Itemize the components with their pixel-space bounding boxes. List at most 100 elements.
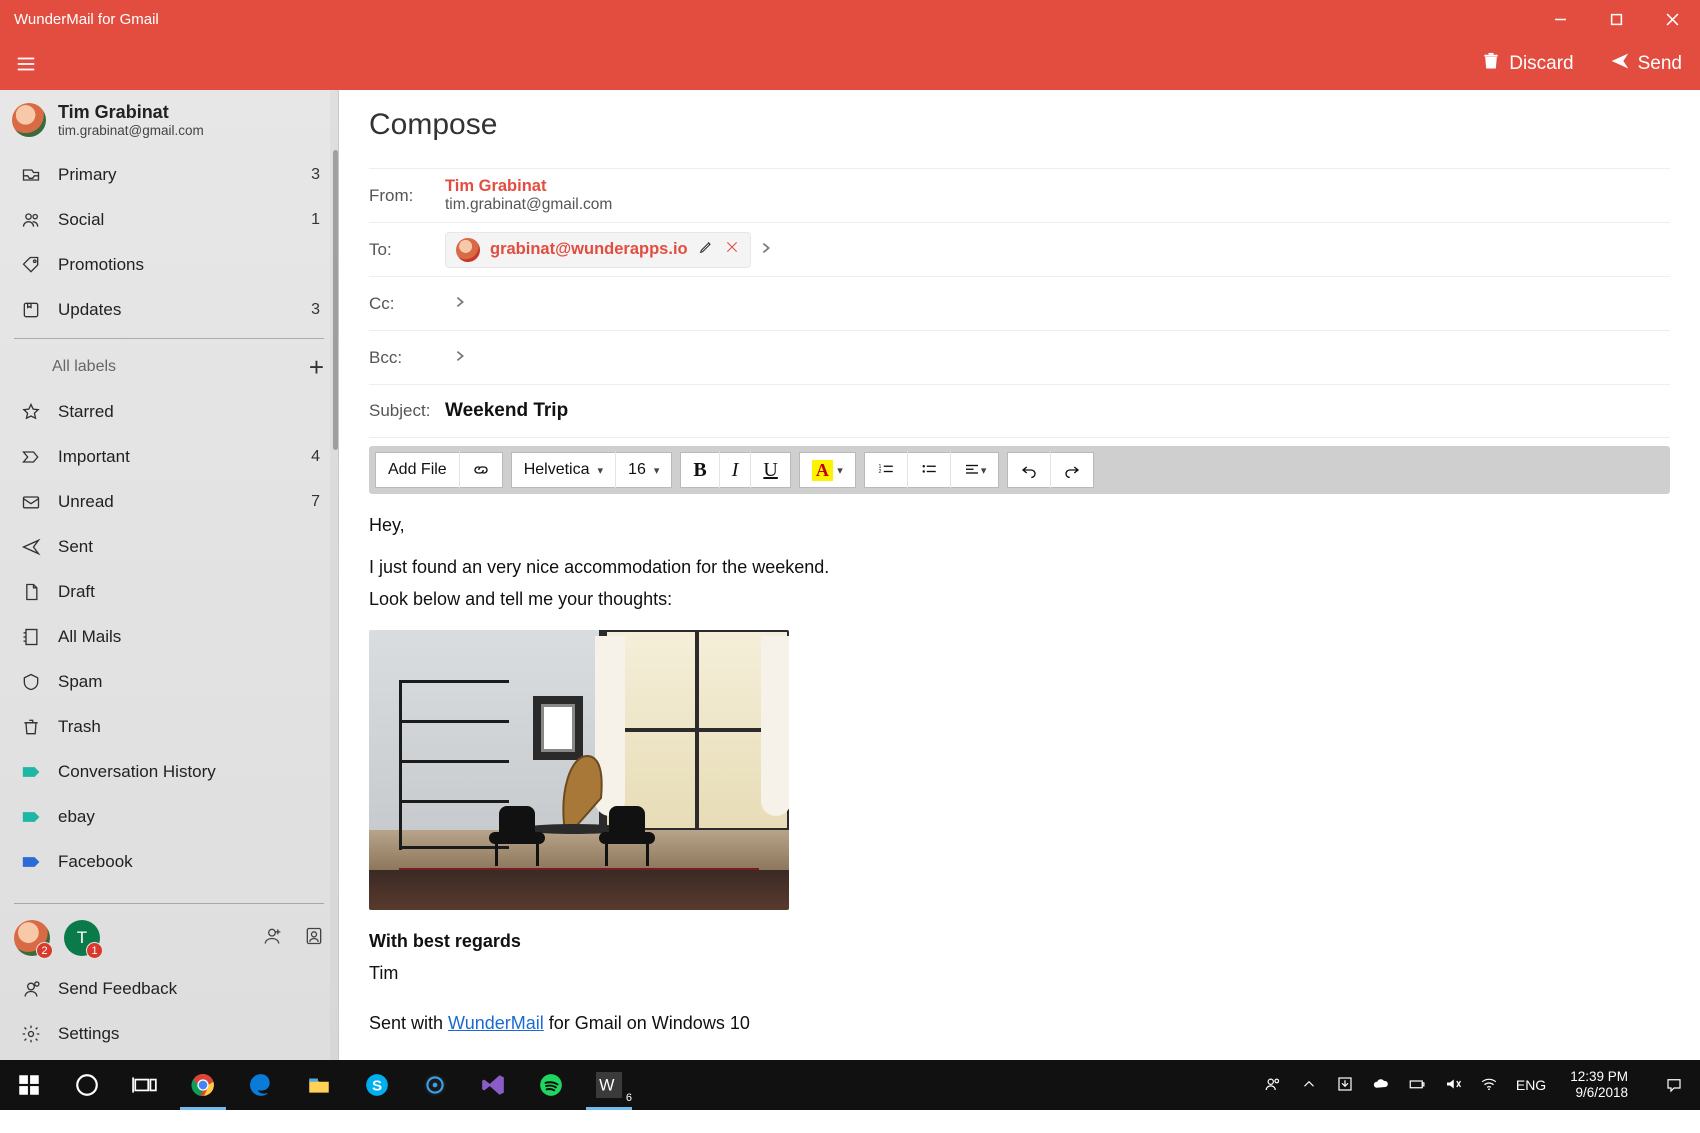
task-view-button[interactable] xyxy=(116,1060,174,1110)
underline-button[interactable]: U xyxy=(750,452,789,488)
start-button[interactable] xyxy=(0,1060,58,1110)
add-account-button[interactable] xyxy=(262,926,282,951)
body-signature: Tim xyxy=(369,960,1670,986)
italic-button[interactable]: I xyxy=(719,452,751,488)
expand-to-icon[interactable] xyxy=(761,240,771,260)
discard-button[interactable]: Discard xyxy=(1463,51,1591,77)
send-feedback-item[interactable]: Send Feedback xyxy=(0,966,338,1011)
mail-icon xyxy=(18,492,44,512)
cortana-button[interactable] xyxy=(58,1060,116,1110)
tray-overflow-icon[interactable] xyxy=(1300,1075,1318,1096)
contacts-button[interactable] xyxy=(304,926,324,951)
send-icon xyxy=(1610,51,1630,77)
edit-recipient-icon[interactable] xyxy=(698,239,714,260)
text-color-button[interactable]: A ▾ xyxy=(800,452,855,488)
sidebar-item-draft[interactable]: Draft xyxy=(0,569,338,614)
account-chip-1[interactable]: 2 xyxy=(14,920,50,956)
sidebar-item-trash[interactable]: Trash xyxy=(0,704,338,749)
add-file-button[interactable]: Add File xyxy=(376,452,459,488)
taskbar-explorer[interactable] xyxy=(290,1060,348,1110)
sidebar-item-all-mails[interactable]: All Mails xyxy=(0,614,338,659)
bcc-label: Bcc: xyxy=(369,348,445,368)
add-label-button[interactable]: + xyxy=(309,352,324,383)
from-value[interactable]: Tim Grabinat tim.grabinat@gmail.com xyxy=(445,177,612,214)
font-family-select[interactable]: Helvetica▾ xyxy=(512,452,615,488)
bcc-row[interactable]: Bcc: xyxy=(369,330,1670,384)
window-minimize-button[interactable] xyxy=(1532,0,1588,38)
account-header[interactable]: Tim Grabinat tim.grabinat@gmail.com xyxy=(0,90,338,144)
taskbar-skype[interactable]: S xyxy=(348,1060,406,1110)
sidebar-item-sent[interactable]: Sent xyxy=(0,524,338,569)
account-chip-2[interactable]: T1 xyxy=(64,920,100,956)
tray-wifi-icon[interactable] xyxy=(1480,1075,1498,1096)
from-name: Tim Grabinat xyxy=(445,177,612,196)
sidebar-item-spam[interactable]: Spam xyxy=(0,659,338,704)
insert-link-button[interactable] xyxy=(459,452,502,488)
tray-clock[interactable]: 12:39 PM 9/6/2018 xyxy=(1564,1069,1634,1101)
tray-people-icon[interactable] xyxy=(1264,1075,1282,1096)
attached-image[interactable] xyxy=(369,630,789,910)
wundermail-link[interactable]: WunderMail xyxy=(448,1013,544,1033)
taskbar-app-circle[interactable] xyxy=(406,1060,464,1110)
tray-update-icon[interactable] xyxy=(1336,1075,1354,1096)
undo-button[interactable] xyxy=(1008,452,1050,488)
to-row: To: grabinat@wunderapps.io xyxy=(369,222,1670,276)
cc-row[interactable]: Cc: xyxy=(369,276,1670,330)
sidebar-item-label: ebay xyxy=(58,807,320,827)
page-title: Compose xyxy=(369,90,1670,168)
window-maximize-button[interactable] xyxy=(1588,0,1644,38)
taskbar-visual-studio[interactable] xyxy=(464,1060,522,1110)
taskbar-edge[interactable] xyxy=(232,1060,290,1110)
spam-icon xyxy=(18,672,44,692)
svg-text:S: S xyxy=(372,1077,382,1094)
redo-button[interactable] xyxy=(1050,452,1093,488)
email-body-editor[interactable]: Hey, I just found an very nice accommoda… xyxy=(369,494,1670,1060)
sidebar-scrollbar[interactable] xyxy=(330,90,338,1060)
draft-icon xyxy=(18,582,44,602)
chevron-down-icon: ▾ xyxy=(837,464,843,477)
numbered-list-button[interactable]: 12 xyxy=(865,452,907,488)
send-button[interactable]: Send xyxy=(1592,51,1700,77)
tray-volume-icon[interactable] xyxy=(1444,1075,1462,1096)
sidebar-item-unread[interactable]: Unread 7 xyxy=(0,479,338,524)
font-name: Helvetica xyxy=(524,461,590,479)
sidebar-item-ebay[interactable]: ebay xyxy=(0,794,338,839)
bold-button[interactable]: B xyxy=(681,452,718,488)
sidebar-item-primary[interactable]: Primary 3 xyxy=(0,152,338,197)
tray-battery-icon[interactable] xyxy=(1408,1075,1426,1096)
all-labels-row[interactable]: All labels + xyxy=(0,345,338,389)
sidebar-item-important[interactable]: Important 4 xyxy=(0,434,338,479)
sidebar-item-updates[interactable]: Updates 3 xyxy=(0,287,338,332)
flag-icon xyxy=(18,300,44,320)
expand-bcc-icon[interactable] xyxy=(455,348,465,368)
subject-row[interactable]: Subject: Weekend Trip xyxy=(369,384,1670,438)
sidebar-item-facebook[interactable]: Facebook xyxy=(0,839,338,884)
tag-icon xyxy=(18,255,44,275)
align-button[interactable]: ▾ xyxy=(950,452,999,488)
tray-onedrive-icon[interactable] xyxy=(1372,1075,1390,1096)
settings-item[interactable]: Settings xyxy=(0,1011,338,1056)
sidebar-item-starred[interactable]: Starred xyxy=(0,389,338,434)
window-close-button[interactable] xyxy=(1644,0,1700,38)
tray-language[interactable]: ENG xyxy=(1516,1077,1546,1093)
important-icon xyxy=(18,447,44,467)
scrollbar-thumb[interactable] xyxy=(333,150,338,450)
taskbar-spotify[interactable] xyxy=(522,1060,580,1110)
taskbar-wundermail[interactable]: W 6 xyxy=(580,1060,638,1110)
tray-action-center-icon[interactable] xyxy=(1652,1076,1696,1094)
expand-cc-icon[interactable] xyxy=(455,294,465,314)
sidebar-item-conversation-history[interactable]: Conversation History xyxy=(0,749,338,794)
subject-value[interactable]: Weekend Trip xyxy=(445,400,568,422)
remove-recipient-icon[interactable] xyxy=(724,239,740,260)
bulleted-list-button[interactable] xyxy=(907,452,950,488)
gear-icon xyxy=(18,1024,44,1044)
sidebar-item-promotions[interactable]: Promotions xyxy=(0,242,338,287)
hamburger-menu-button[interactable] xyxy=(0,53,52,75)
taskbar-chrome[interactable] xyxy=(174,1060,232,1110)
sidebar-item-label: Social xyxy=(58,210,311,230)
font-size-select[interactable]: 16▾ xyxy=(615,452,671,488)
sidebar-item-social[interactable]: Social 1 xyxy=(0,197,338,242)
recipient-chip[interactable]: grabinat@wunderapps.io xyxy=(445,232,751,268)
label-icon xyxy=(18,807,44,827)
from-row: From: Tim Grabinat tim.grabinat@gmail.co… xyxy=(369,168,1670,222)
